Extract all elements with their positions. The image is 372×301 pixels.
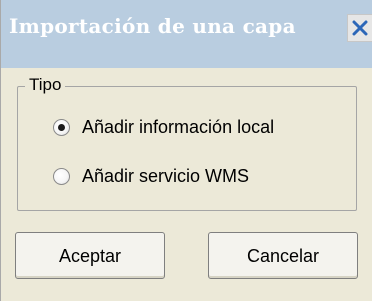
radio-button-wms[interactable]: [53, 167, 70, 185]
window-title: Importación de una capa: [9, 14, 296, 38]
radio-option-wms[interactable]: Añadir servicio WMS: [53, 164, 249, 188]
radio-selected-dot: [58, 123, 65, 131]
close-button[interactable]: [347, 14, 372, 42]
radio-label-wms: Añadir servicio WMS: [82, 165, 250, 186]
dialog-window: Importación de una capa Tipo Añadir info…: [0, 0, 372, 301]
radio-option-local[interactable]: Añadir información local: [53, 115, 274, 139]
title-bar[interactable]: Importación de una capa: [1, 0, 372, 68]
radio-button-local[interactable]: [53, 118, 70, 136]
accept-button[interactable]: Aceptar: [15, 232, 165, 279]
groupbox-legend: Tipo: [25, 74, 66, 96]
type-groupbox: [17, 86, 357, 211]
radio-label-local: Añadir información local: [82, 116, 275, 137]
close-icon: [352, 20, 368, 36]
cancel-button[interactable]: Cancelar: [208, 232, 358, 279]
